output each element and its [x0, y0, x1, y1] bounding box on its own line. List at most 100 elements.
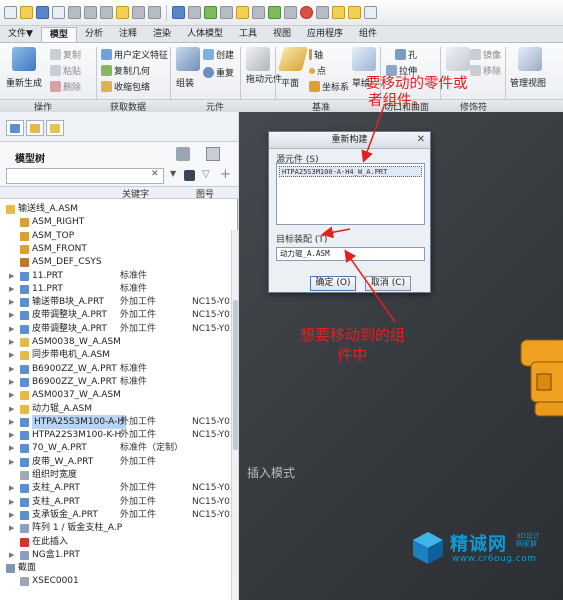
hole-button[interactable]: 孔 — [395, 48, 417, 61]
red-circle-icon[interactable] — [300, 6, 313, 19]
tab-file[interactable]: 文件▼ — [0, 27, 41, 42]
tool-icon[interactable] — [68, 6, 81, 19]
copy-geometry-button[interactable]: 复制几何 — [101, 64, 150, 77]
tab-notes[interactable]: 注释 — [111, 27, 145, 42]
tree-row[interactable]: ▶ 70_W_A.PRT 标准件（定制） — [0, 441, 238, 455]
tab-tools[interactable]: 工具 — [231, 27, 265, 42]
expand-arrow-icon[interactable]: ▶ — [9, 362, 14, 376]
pencil-icon[interactable] — [332, 6, 345, 19]
expand-arrow-icon[interactable]: ▶ — [9, 481, 14, 495]
undo-icon[interactable] — [172, 6, 185, 19]
tree-row[interactable]: ▶ 阵列 1 / 钣金支柱_A.P — [0, 521, 238, 535]
close-icon[interactable]: ✕ — [417, 132, 425, 148]
expand-arrow-icon[interactable]: ▶ — [9, 508, 14, 522]
expand-arrow-icon[interactable]: ▶ — [9, 441, 14, 455]
expand-arrow-icon[interactable]: ▶ — [9, 548, 14, 562]
tree-row[interactable]: ▶ 支柱_A.PRT 外加工件 NC15-Y03 — [0, 495, 238, 509]
manage-views-button[interactable]: 管理视图 — [510, 76, 546, 89]
add-icon[interactable]: + — [220, 167, 231, 182]
tree-row[interactable]: ▶ ASM0038_W_A.ASM — [0, 335, 238, 349]
machine-model[interactable] — [513, 332, 563, 432]
cancel-button[interactable]: 取消 (C) — [365, 276, 411, 291]
expand-arrow-icon[interactable]: ▶ — [9, 348, 14, 362]
tree-row[interactable]: ▶ 皮带调整块_A.PRT 外加工件 NC15-Y03 — [0, 322, 238, 336]
csys-button[interactable]: 坐标系 — [309, 80, 349, 93]
expand-arrow-icon[interactable]: ▶ — [9, 335, 14, 349]
new-file-icon[interactable] — [4, 6, 17, 19]
tree-row[interactable]: ASM_TOP — [0, 229, 238, 243]
dropdown-arrow-icon[interactable]: ▼ — [170, 169, 176, 178]
tree-row[interactable]: ASM_DEF_CSYS — [0, 255, 238, 269]
paste-icon[interactable] — [148, 6, 161, 19]
tree-row[interactable]: ▶ HTPA22S3M100-K-H 外加工件 NC15-Y03 — [0, 428, 238, 442]
scrollbar-thumb[interactable] — [233, 300, 238, 450]
print-icon[interactable] — [84, 6, 97, 19]
mirror-button[interactable]: 镜像 — [470, 48, 501, 61]
tree-row[interactable]: ▶ 输送带B块_A.PRT 外加工件 NC15-Y03 — [0, 295, 238, 309]
tree-row[interactable]: ▶ B6900ZZ_W_A.PRT 标准件 — [0, 362, 238, 376]
expand-arrow-icon[interactable]: ▶ — [9, 428, 14, 442]
shrinkwrap-button[interactable]: 收缩包络 — [101, 80, 150, 93]
tab-render[interactable]: 渲染 — [145, 27, 179, 42]
repeat-button[interactable]: 重复 — [203, 66, 234, 79]
plane-button[interactable]: 平面 — [281, 76, 299, 89]
delete-button[interactable]: 删除 — [50, 80, 81, 93]
copy-button[interactable]: 复制 — [50, 48, 81, 61]
tree-row[interactable]: 在此插入 — [0, 535, 238, 549]
tab-folder-browser[interactable] — [26, 120, 44, 136]
tree-row[interactable]: 输送线_A.ASM — [0, 202, 238, 216]
regenerate-button[interactable]: 重新生成 — [6, 76, 42, 89]
expand-arrow-icon[interactable]: ▶ — [9, 521, 14, 535]
tree-row[interactable]: ▶截面 — [0, 561, 238, 575]
point-button[interactable]: 点 — [309, 64, 326, 77]
assemble-button[interactable]: 组装 — [176, 76, 194, 89]
assemble-icon[interactable] — [176, 47, 200, 71]
tab-favorites[interactable] — [46, 120, 64, 136]
braces-icon[interactable] — [52, 6, 65, 19]
tree-row[interactable]: ▶ 11.PRT 标准件 — [0, 282, 238, 296]
grey-circle-icon[interactable] — [284, 6, 297, 19]
expand-arrow-icon[interactable]: ▶ — [9, 282, 14, 296]
tree-search-input[interactable] — [6, 168, 164, 184]
tree-row[interactable]: ▶ 支承钣金_A.PRT 外加工件 NC15-Y03 — [0, 508, 238, 522]
expand-arrow-icon[interactable]: ▶ — [9, 455, 14, 469]
tab-view[interactable]: 视图 — [265, 27, 299, 42]
tree-row[interactable]: ASM_FRONT — [0, 242, 238, 256]
tab-model-tree[interactable] — [6, 120, 24, 136]
tree-row[interactable]: ▶ 皮带_W_A.PRT 外加工件 — [0, 455, 238, 469]
folder-icon[interactable] — [116, 6, 129, 19]
find-icon[interactable] — [184, 170, 195, 181]
target-assembly-field[interactable]: 动力辊_A.ASM — [276, 247, 425, 261]
expand-arrow-icon[interactable]: ▶ — [9, 402, 14, 416]
ok-button[interactable]: 确定 (O) — [310, 276, 356, 291]
redo-icon[interactable] — [188, 6, 201, 19]
drag-component-button[interactable]: 拖动元件 — [246, 76, 282, 85]
paste-button[interactable]: 粘贴 — [50, 64, 81, 77]
customize-toolbar-icon[interactable] — [364, 6, 377, 19]
list-item[interactable]: HTPA25S3M100-A-H4_W_A.PRT — [279, 166, 422, 177]
save-icon[interactable] — [36, 6, 49, 19]
tree-settings-icon[interactable] — [206, 147, 220, 161]
expand-arrow-icon[interactable]: ▶ — [9, 322, 14, 336]
regenerate-icon[interactable] — [204, 6, 217, 19]
tree-row[interactable]: ▶ HTPA25S3M100-A-H 外加工件 NC15-Y03 — [0, 414, 238, 429]
tree-filter-settings-icon[interactable] — [176, 147, 190, 161]
expand-arrow-icon[interactable]: ▶ — [9, 375, 14, 389]
manage-views-icon[interactable] — [518, 47, 542, 71]
tree-row[interactable]: XSEC0001 — [0, 574, 238, 588]
tree-row[interactable]: ASM_RIGHT — [0, 215, 238, 229]
tree-row[interactable]: ▶ 支柱_A.PRT 外加工件 NC15-Y03 — [0, 481, 238, 495]
open-folder-icon[interactable] — [20, 6, 33, 19]
copy-icon[interactable] — [100, 6, 113, 19]
sketch-icon[interactable] — [352, 47, 376, 71]
tab-component[interactable]: 组件 — [351, 27, 385, 42]
tree-row[interactable]: ▶ NG盒1.PRT — [0, 548, 238, 562]
remove-button[interactable]: 移除 — [470, 64, 501, 77]
expand-arrow-icon[interactable]: ▶ — [9, 269, 14, 283]
tree-row[interactable]: ▶ 皮带调整块_A.PRT 外加工件 NC15-Y03 — [0, 308, 238, 322]
source-component-list[interactable]: HTPA25S3M100-A-H4_W_A.PRT — [276, 163, 425, 225]
column-keyword[interactable]: 关键字 — [122, 187, 149, 200]
axis-button[interactable]: 轴 — [309, 48, 323, 61]
pattern-icon[interactable] — [446, 47, 470, 71]
tree-row[interactable]: ▶ B6900ZZ_W_A.PRT 标准件 — [0, 375, 238, 389]
